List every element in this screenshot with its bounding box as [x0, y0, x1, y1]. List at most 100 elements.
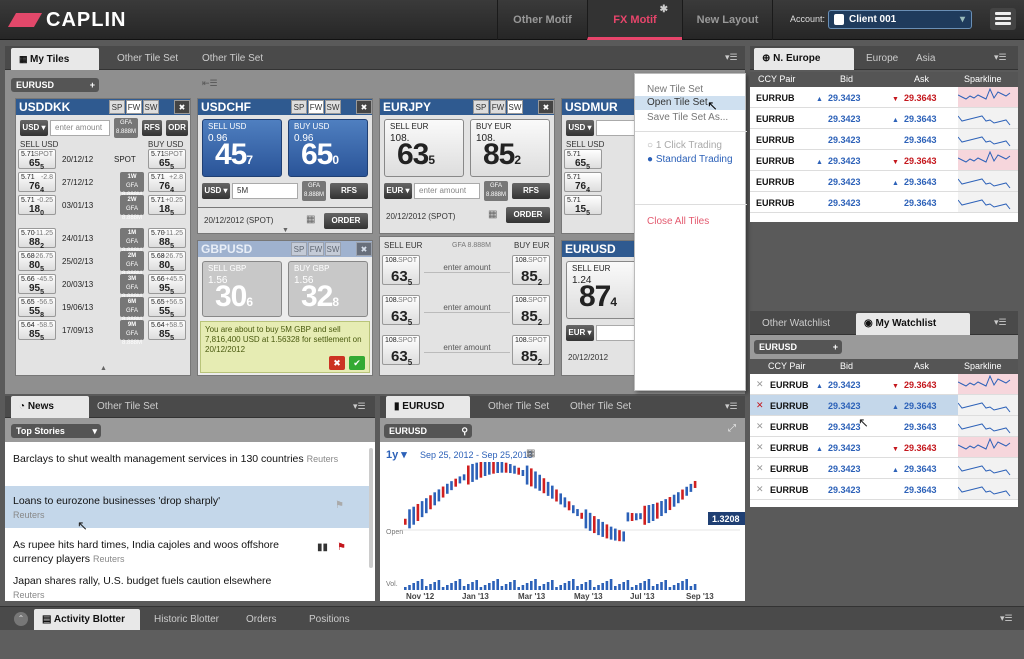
- watchlist-row[interactable]: ✕ EURRUB ▲ 29.3423 ▼ 29.3643: [750, 374, 1018, 395]
- ask-cell[interactable]: ▼ 29.3643: [892, 156, 962, 166]
- panel-menu-icon[interactable]: ▾☰: [1000, 613, 1014, 623]
- swap-amount-input[interactable]: enter amount: [424, 263, 510, 273]
- close-icon[interactable]: ✖: [538, 100, 554, 114]
- drag-handle-icon[interactable]: ⇤☰: [202, 78, 218, 89]
- panel-menu-icon[interactable]: ▾☰: [994, 52, 1008, 62]
- usdchf-sell-price[interactable]: SELL USD 0.96 457: [202, 119, 282, 177]
- watchlist-row[interactable]: ✕ EURRUB ▲ 29.3423 ▼ 29.3643: [750, 437, 1018, 458]
- ask-cell[interactable]: ▼ 29.3643: [892, 380, 962, 390]
- usdchf-amount-input[interactable]: 5M: [232, 183, 298, 199]
- col-ask[interactable]: Ask: [914, 74, 929, 84]
- collapse-up-icon[interactable]: ⌃: [14, 612, 28, 626]
- eurjpy-amount-input[interactable]: enter amount: [414, 183, 480, 199]
- news-filter-select[interactable]: Top Stories ▾: [11, 424, 101, 438]
- watchlist-row[interactable]: ✕ EURRUB 29.3423 ▲ 29.3643: [750, 395, 1018, 416]
- expand-icon[interactable]: ⤢: [728, 423, 736, 434]
- col-bid[interactable]: Bid: [840, 74, 853, 84]
- remove-icon[interactable]: ✕: [756, 421, 764, 432]
- ask-cell[interactable]: 29.3643: [892, 135, 962, 145]
- panel-menu-icon[interactable]: ▾☰: [994, 317, 1008, 327]
- col-ccy-pair[interactable]: CCY Pair: [758, 74, 795, 84]
- gbpusd-fw-button[interactable]: FW: [308, 242, 324, 256]
- calendar-icon[interactable]: ▦: [526, 448, 535, 459]
- usddkk-amount-input[interactable]: enter amount: [50, 120, 110, 136]
- usddkk-ccy-select[interactable]: USD ▾: [20, 120, 48, 136]
- usddkk-rfs-button[interactable]: RFS: [142, 120, 162, 136]
- usdchf-sw-button[interactable]: SW: [325, 100, 341, 114]
- tab-news-other[interactable]: Other Tile Set: [89, 396, 166, 418]
- ask-mini-price[interactable]: 5.68 +26.75 805: [148, 251, 186, 273]
- bid-mini-price[interactable]: 5.71 -0.25 180: [18, 195, 56, 217]
- watchlist-row[interactable]: EURRUB 29.3423 29.3643: [750, 129, 1018, 150]
- close-icon[interactable]: ✖: [356, 100, 372, 114]
- bid-cell[interactable]: 29.3423: [816, 464, 886, 474]
- panel-menu-icon[interactable]: ▾☰: [353, 401, 367, 411]
- tab-asia[interactable]: Asia: [908, 48, 943, 70]
- bid-mini-price[interactable]: 5.68 -26.75 805: [18, 251, 56, 273]
- col-sparkline[interactable]: Sparkline: [964, 361, 1002, 371]
- watchlist-row[interactable]: EURRUB 29.3423 ▲ 29.3643: [750, 108, 1018, 129]
- col-bid[interactable]: Bid: [840, 361, 853, 371]
- swap-amount-input[interactable]: enter amount: [424, 303, 510, 313]
- account-select[interactable]: Client 001 ▾: [828, 10, 972, 29]
- watchlist-row[interactable]: EURRUB ▲ 29.3423 ▼ 29.3643: [750, 87, 1018, 108]
- menu-standard-trading[interactable]: ● Standard Trading: [647, 154, 733, 165]
- eurjpy-fw-button[interactable]: FW: [490, 100, 506, 114]
- ask-mini-price[interactable]: 5.70 +11.25 885: [148, 228, 186, 250]
- tab-other-tile-set-1[interactable]: Other Tile Set: [109, 48, 186, 70]
- ask-cell[interactable]: 29.3643: [892, 422, 962, 432]
- ask-mini-price[interactable]: 5.71 SPOT 655: [148, 149, 186, 171]
- bid-cell[interactable]: 29.3423: [816, 177, 886, 187]
- news-item[interactable]: As rupee hits hard times, India cajoles …: [13, 538, 293, 566]
- menu-open-tile-set[interactable]: Open Tile Set: [635, 96, 745, 110]
- tab-news[interactable]: ◔ News: [11, 396, 89, 418]
- col-ccy-pair[interactable]: CCY Pair: [768, 361, 805, 371]
- collapse-icon[interactable]: ▲: [100, 365, 107, 372]
- usdchf-rfs-button[interactable]: RFS: [330, 183, 368, 199]
- tab-eurusd-chart[interactable]: ▮ EURUSD: [386, 396, 470, 418]
- bid-mini-price[interactable]: 5.70 -11.25 882: [18, 228, 56, 250]
- bid-cell[interactable]: 29.3423: [816, 485, 886, 495]
- bid-cell[interactable]: ▲ 29.3423: [816, 380, 886, 390]
- menu-close-all-tiles[interactable]: Close All Tiles: [647, 216, 709, 227]
- eurjpy-rfs-button[interactable]: RFS: [512, 183, 550, 199]
- eurusd-ccy-select[interactable]: EUR ▾: [566, 325, 594, 341]
- remove-icon[interactable]: ✕: [756, 484, 764, 495]
- tab-orders[interactable]: Orders: [238, 609, 285, 631]
- ask-cell[interactable]: 29.3643: [892, 485, 962, 495]
- tab-historic-blotter[interactable]: Historic Blotter: [146, 609, 227, 631]
- bid-cell[interactable]: ▲ 29.3423: [816, 93, 886, 103]
- usddkk-fw-button[interactable]: FW: [126, 100, 142, 114]
- ask-cell[interactable]: ▲ 29.3643: [892, 177, 962, 187]
- watchlist-row[interactable]: EURRUB 29.3423 29.3643: [750, 192, 1018, 213]
- bid-cell[interactable]: ▲ 29.3423: [816, 443, 886, 453]
- tab-fx-motif[interactable]: FX Motif ✱: [587, 0, 682, 40]
- bid-mini-price[interactable]: 5.71 SPOT 655: [18, 149, 56, 171]
- remove-icon[interactable]: ✕: [756, 400, 764, 411]
- tab-other-tile-set-2[interactable]: Other Tile Set: [194, 48, 271, 70]
- ask-mini-price[interactable]: 5.71 +2.8 764: [148, 172, 186, 194]
- eurjpy-sp-button[interactable]: SP: [473, 100, 489, 114]
- ask-cell[interactable]: ▲ 29.3643: [892, 401, 962, 411]
- bid-mini-price[interactable]: 5.71 764: [564, 172, 602, 194]
- tab-europe[interactable]: Europe: [858, 48, 906, 70]
- eurjpy-ccy-select[interactable]: EUR ▾: [384, 183, 412, 199]
- bid-cell[interactable]: 29.3423: [816, 114, 886, 124]
- watchlist-row[interactable]: ✕ EURRUB 29.3423 29.3643: [750, 416, 1018, 437]
- remove-icon[interactable]: ✕: [756, 442, 764, 453]
- chart-period-select[interactable]: 1y ▾: [386, 448, 407, 461]
- usddkk-sw-button[interactable]: SW: [143, 100, 159, 114]
- ask-cell[interactable]: ▲ 29.3643: [892, 114, 962, 124]
- bid-mini-price[interactable]: 5.64 -58.5 855: [18, 320, 56, 342]
- tab-positions[interactable]: Positions: [301, 609, 358, 631]
- ask-mini-price[interactable]: 108. SPOT 852: [512, 295, 550, 327]
- calendar-icon[interactable]: ▦: [306, 214, 315, 225]
- eurjpy-sw-button[interactable]: SW: [507, 100, 523, 114]
- gbpusd-sw-button[interactable]: SW: [325, 242, 341, 256]
- swap-amount-input[interactable]: enter amount: [424, 343, 510, 353]
- eurusd-amount-input[interactable]: [596, 325, 636, 341]
- usdchf-sp-button[interactable]: SP: [291, 100, 307, 114]
- panel-menu-icon[interactable]: ▾☰: [725, 401, 739, 411]
- bid-cell[interactable]: 29.3423: [816, 401, 886, 411]
- close-icon[interactable]: ✖: [174, 100, 190, 114]
